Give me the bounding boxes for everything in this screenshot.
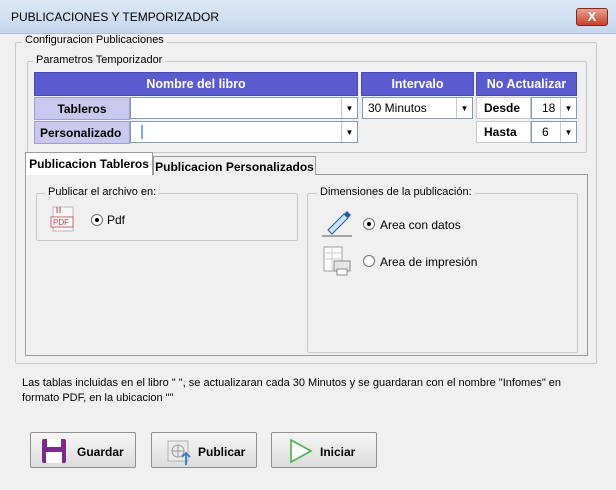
publicar-legend: Publicar el archivo en: (45, 186, 160, 198)
area-impresion-radio[interactable] (363, 255, 375, 267)
publish-icon (166, 439, 194, 467)
area-impresion-label: Area de impresión (380, 255, 478, 269)
intervalo-combo[interactable]: 30 Minutos ▼ (362, 97, 473, 119)
desde-combo[interactable]: 18 ▼ (531, 97, 577, 119)
publicar-label: Publicar (198, 445, 246, 459)
window-title: PUBLICACIONES Y TEMPORIZADOR (11, 10, 220, 24)
play-icon (288, 438, 314, 464)
iniciar-label: Iniciar (320, 445, 356, 459)
info-text: Las tablas incluidas en el libro " ", se… (22, 376, 602, 406)
publicar-button[interactable]: Publicar (151, 432, 257, 468)
info-line-1: Las tablas incluidas en el libro " ", se… (22, 377, 562, 389)
tab-publicacion-personalizados[interactable]: Publicacion Personalizados (153, 156, 316, 175)
dropdown-arrow-icon[interactable]: ▼ (560, 98, 576, 118)
iniciar-button[interactable]: Iniciar (271, 432, 377, 468)
libro-personalizado-combo[interactable]: ▼ (130, 121, 358, 143)
info-line-2: formato PDF, en la ubicacion "" (22, 392, 174, 404)
intervalo-value: 30 Minutos (368, 101, 427, 115)
dropdown-arrow-icon[interactable]: ▼ (560, 122, 576, 142)
guardar-label: Guardar (77, 445, 124, 459)
config-group-legend: Configuracion Publicaciones (22, 34, 167, 46)
pdf-icon-text: PDF (53, 218, 69, 227)
tab-publicacion-tableros[interactable]: Publicacion Tableros (25, 152, 153, 175)
header-intervalo: Intervalo (361, 72, 474, 96)
hasta-label: Hasta (476, 121, 531, 143)
hasta-value: 6 (542, 125, 549, 139)
area-datos-icon (320, 208, 354, 238)
temporizador-legend: Parametros Temporizador (33, 54, 166, 66)
row-label-tableros: Tableros (34, 97, 130, 120)
close-button[interactable]: X (576, 8, 608, 26)
pdf-icon: PDF (49, 204, 79, 234)
hasta-combo[interactable]: 6 ▼ (531, 121, 577, 143)
libro-tableros-combo[interactable]: ▼ (130, 97, 358, 119)
text-cursor (141, 125, 143, 139)
header-no-actualizar: No Actualizar (476, 72, 577, 96)
save-icon (41, 438, 67, 464)
dropdown-arrow-icon[interactable]: ▼ (456, 98, 472, 118)
desde-label: Desde (476, 97, 531, 119)
dropdown-arrow-icon[interactable]: ▼ (341, 122, 357, 142)
pdf-radio[interactable] (91, 214, 103, 226)
dropdown-arrow-icon[interactable]: ▼ (341, 98, 357, 118)
title-bar: PUBLICACIONES Y TEMPORIZADOR X (0, 0, 616, 34)
close-icon: X (587, 9, 597, 24)
pdf-radio-label: Pdf (107, 213, 126, 227)
area-impresion-icon (320, 245, 354, 277)
area-datos-radio[interactable] (363, 218, 375, 230)
desde-value: 18 (542, 101, 556, 115)
header-nombre-libro: Nombre del libro (34, 72, 358, 96)
dimensiones-legend: Dimensiones de la publicación: (317, 186, 475, 198)
row-label-personalizado: Personalizado (34, 121, 130, 144)
guardar-button[interactable]: Guardar (30, 432, 136, 468)
area-datos-label: Area con datos (380, 218, 461, 232)
